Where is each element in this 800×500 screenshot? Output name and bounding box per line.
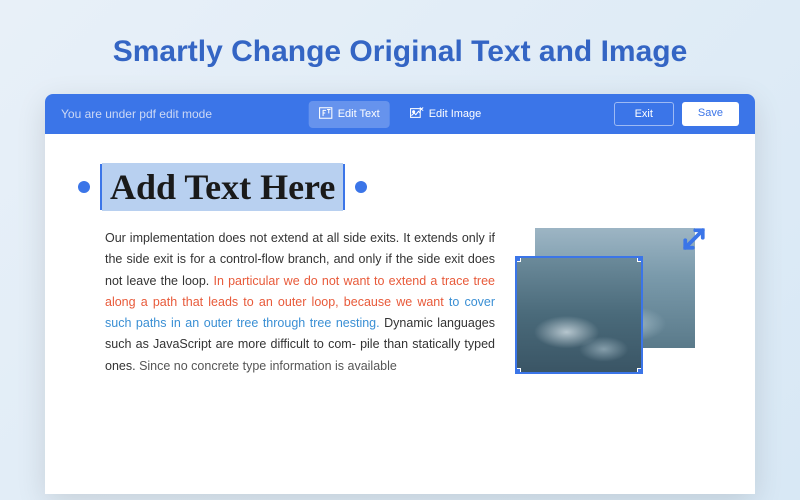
text-edit-icon — [319, 106, 333, 123]
toolbar-right-actions: Exit Save — [614, 102, 739, 126]
selected-image[interactable] — [515, 256, 643, 374]
body-paragraph[interactable]: Our implementation does not extend at al… — [105, 228, 495, 388]
image-edit-icon — [410, 106, 424, 123]
image-handle-bottom-left[interactable] — [515, 368, 521, 374]
image-handle-top-right[interactable] — [637, 256, 643, 262]
edit-image-button[interactable]: Edit Image — [400, 101, 492, 128]
save-button[interactable]: Save — [682, 102, 739, 126]
image-handle-bottom-right[interactable] — [637, 368, 643, 374]
toolbar-center-tools: Edit Text Edit Image — [309, 101, 492, 128]
selection-handle-left[interactable] — [78, 181, 90, 193]
selection-handle-right[interactable] — [355, 181, 367, 193]
image-edit-zone[interactable] — [515, 228, 695, 388]
hero-title: Smartly Change Original Text and Image — [0, 0, 800, 94]
text-selection-box[interactable]: Add Text Here — [100, 164, 345, 210]
toolbar: You are under pdf edit mode Edit Text — [45, 94, 755, 134]
image-handle-top-left[interactable] — [515, 256, 521, 262]
editable-heading[interactable]: Add Text Here — [102, 163, 343, 211]
resize-arrow-icon — [679, 224, 709, 259]
body-seg-5: Since no concrete type information is av… — [139, 359, 397, 373]
edit-text-label: Edit Text — [338, 108, 380, 120]
body-row: Our implementation does not extend at al… — [105, 228, 695, 388]
exit-button[interactable]: Exit — [614, 102, 674, 126]
edit-image-label: Edit Image — [429, 108, 482, 120]
document-canvas[interactable]: Add Text Here Our implementation does no… — [45, 134, 755, 494]
mode-status-label: You are under pdf edit mode — [61, 107, 212, 121]
editor-window: You are under pdf edit mode Edit Text — [45, 94, 755, 494]
edit-text-button[interactable]: Edit Text — [309, 101, 390, 128]
